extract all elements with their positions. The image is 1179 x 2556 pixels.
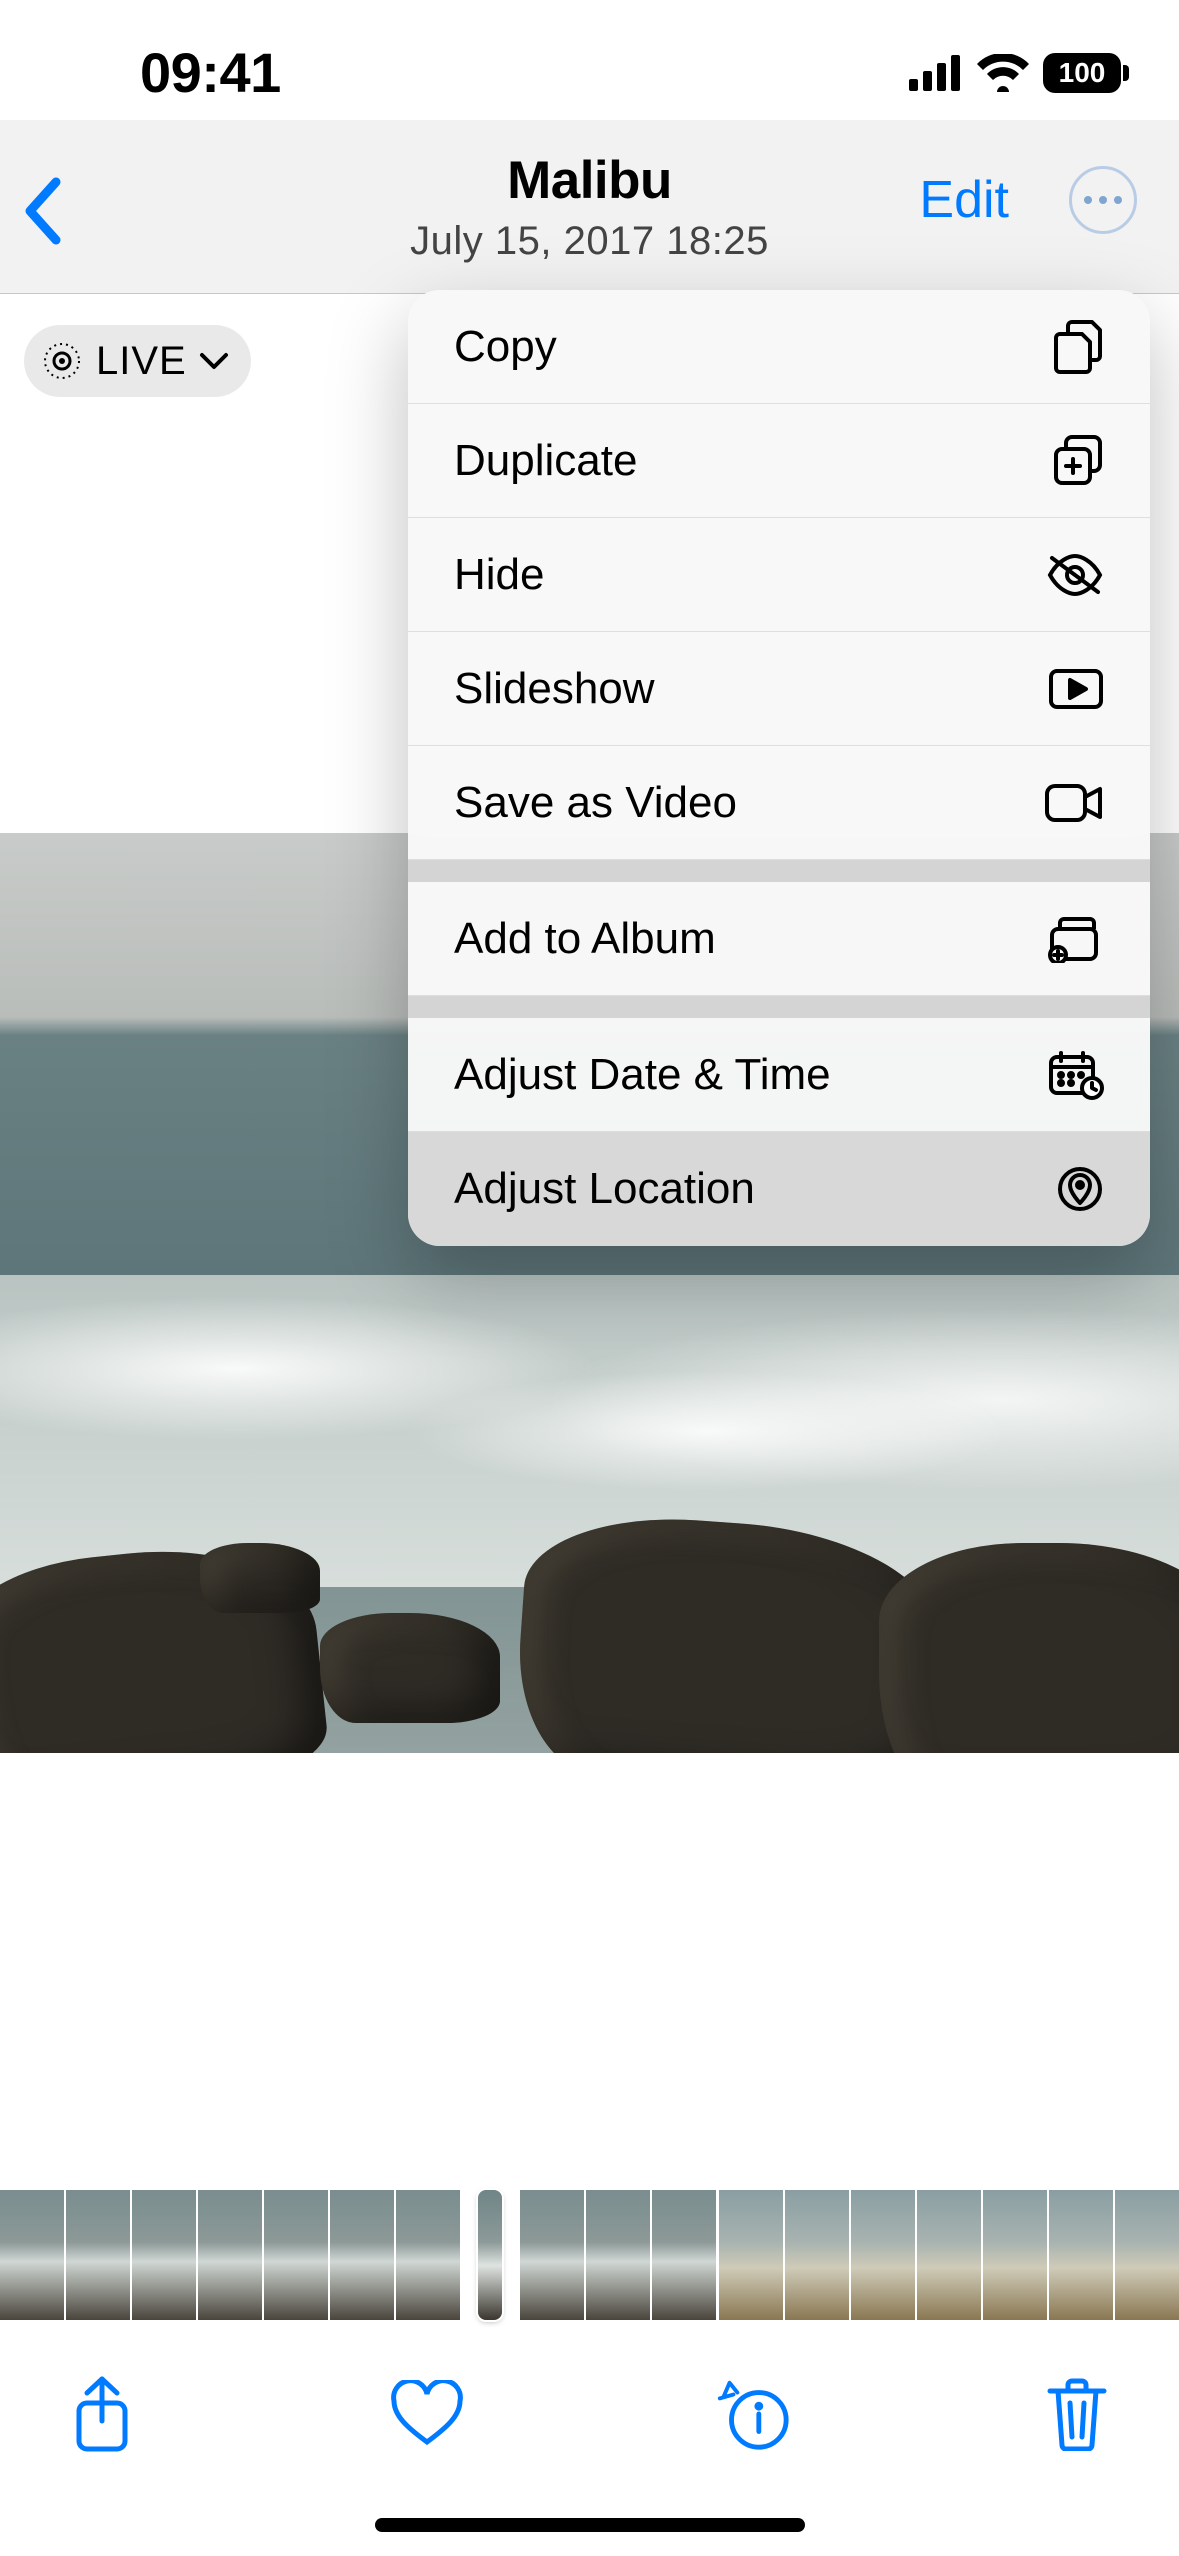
chevron-down-icon	[199, 351, 229, 371]
menu-item-label: Adjust Location	[454, 1164, 755, 1214]
filmstrip-thumb[interactable]	[66, 2190, 130, 2320]
filmstrip-thumb[interactable]	[132, 2190, 196, 2320]
copy-icon	[1054, 320, 1104, 374]
ellipsis-icon	[1084, 196, 1122, 204]
filmstrip-thumb[interactable]	[520, 2190, 584, 2320]
filmstrip-thumb[interactable]	[198, 2190, 262, 2320]
menu-item-label: Hide	[454, 550, 545, 600]
nav-header: Malibu July 15, 2017 18:25 Edit	[0, 120, 1179, 294]
battery-indicator: 100	[1043, 53, 1121, 93]
menu-item-label: Adjust Date & Time	[454, 1050, 831, 1100]
more-button[interactable]	[1069, 166, 1137, 234]
filmstrip-thumb[interactable]	[851, 2190, 915, 2320]
live-photo-icon	[40, 339, 84, 383]
favorite-button[interactable]	[387, 2374, 467, 2454]
filmstrip-thumb[interactable]	[0, 2190, 64, 2320]
filmstrip-thumb[interactable]	[917, 2190, 981, 2320]
edit-button[interactable]: Edit	[919, 170, 1009, 230]
menu-item-save-as-video[interactable]: Save as Video	[408, 746, 1150, 860]
menu-item-label: Add to Album	[454, 914, 716, 964]
menu-item-label: Duplicate	[454, 436, 637, 486]
home-indicator[interactable]	[375, 2518, 805, 2532]
menu-item-adjust-date-time[interactable]: Adjust Date & Time	[408, 1018, 1150, 1132]
cellular-signal-icon	[909, 55, 963, 91]
calendar-clock-icon	[1048, 1050, 1104, 1100]
menu-item-label: Copy	[454, 322, 557, 372]
menu-item-slideshow[interactable]: Slideshow	[408, 632, 1150, 746]
video-icon	[1044, 783, 1104, 823]
filmstrip-thumb[interactable]	[1049, 2190, 1113, 2320]
status-time: 09:41	[140, 40, 281, 105]
filmstrip-thumb[interactable]	[719, 2190, 783, 2320]
menu-item-add-to-album[interactable]: Add to Album	[408, 882, 1150, 996]
filmstrip-thumb[interactable]	[330, 2190, 394, 2320]
filmstrip-thumb[interactable]	[652, 2190, 716, 2320]
info-button[interactable]	[712, 2374, 792, 2454]
context-menu: Copy Duplicate Hide Slideshow Save as Video A…	[408, 290, 1150, 1246]
album-add-icon	[1048, 915, 1104, 963]
filmstrip-thumb[interactable]	[264, 2190, 328, 2320]
menu-item-hide[interactable]: Hide	[408, 518, 1150, 632]
battery-level: 100	[1059, 57, 1106, 89]
live-photo-badge[interactable]: LIVE	[24, 325, 251, 397]
status-indicators: 100	[909, 53, 1121, 93]
menu-item-adjust-location[interactable]: Adjust Location	[408, 1132, 1150, 1246]
filmstrip-thumb[interactable]	[586, 2190, 650, 2320]
filmstrip-thumb[interactable]	[983, 2190, 1047, 2320]
duplicate-icon	[1052, 435, 1104, 487]
status-bar: 09:41 100	[0, 0, 1179, 120]
menu-item-duplicate[interactable]: Duplicate	[408, 404, 1150, 518]
menu-item-label: Save as Video	[454, 778, 737, 828]
menu-item-label: Slideshow	[454, 664, 655, 714]
menu-separator	[408, 860, 1150, 882]
share-button[interactable]	[62, 2374, 142, 2454]
menu-item-copy[interactable]: Copy	[408, 290, 1150, 404]
wifi-icon	[977, 54, 1029, 92]
live-label: LIVE	[96, 339, 187, 384]
filmstrip-thumb[interactable]	[396, 2190, 460, 2320]
menu-separator	[408, 996, 1150, 1018]
filmstrip-thumb[interactable]	[1115, 2190, 1179, 2320]
photo-filmstrip[interactable]	[0, 2190, 1179, 2320]
filmstrip-thumb[interactable]	[785, 2190, 849, 2320]
delete-button[interactable]	[1037, 2374, 1117, 2454]
eye-slash-icon	[1046, 554, 1104, 596]
play-rect-icon	[1048, 668, 1104, 710]
filmstrip-current[interactable]	[478, 2190, 502, 2320]
location-circle-icon	[1056, 1165, 1104, 1213]
